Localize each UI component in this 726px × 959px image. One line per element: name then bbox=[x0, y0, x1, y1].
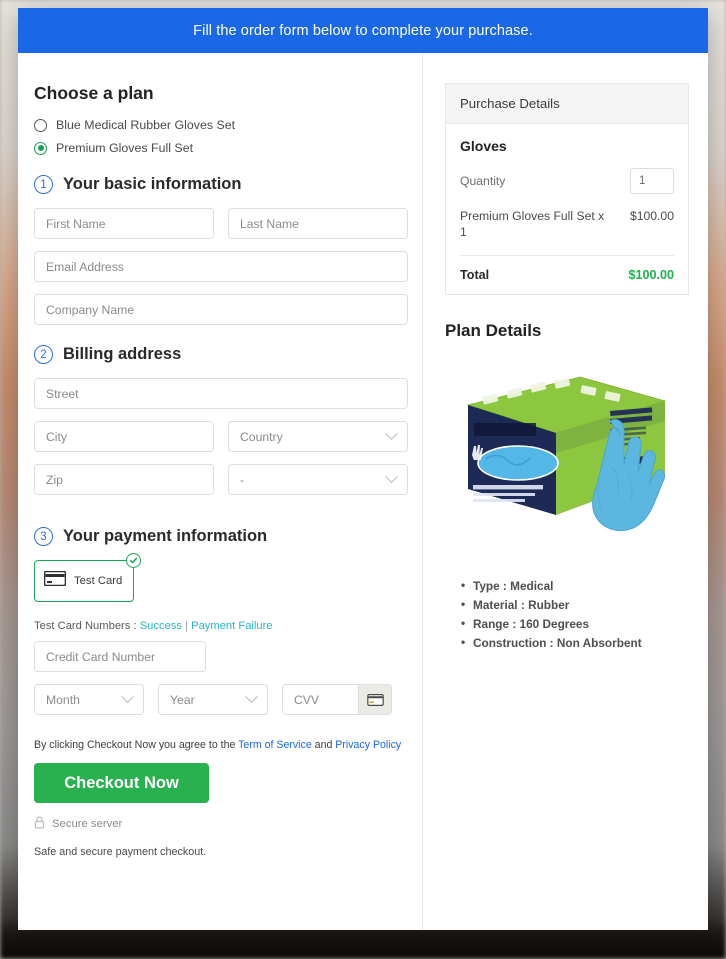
chevron-down-icon bbox=[385, 470, 398, 484]
summary-column: Purchase Details Gloves Quantity 1 Premi… bbox=[423, 53, 707, 930]
plan-feature-list: Type : Medical Material : Rubber Range :… bbox=[461, 578, 689, 650]
list-item: Construction : Non Absorbent bbox=[461, 635, 689, 650]
line-item-amount: $100.00 bbox=[629, 209, 674, 223]
banner-text: Fill the order form below to complete yo… bbox=[193, 22, 533, 39]
step-2-header: 2 Billing address bbox=[34, 345, 408, 364]
step-title: Your basic information bbox=[63, 175, 242, 193]
country-select[interactable]: Country bbox=[228, 421, 408, 452]
cvv-input[interactable]: CVV bbox=[283, 693, 358, 707]
step-number-badge: 3 bbox=[34, 527, 53, 546]
expiry-cvv-row: Month Year CVV bbox=[34, 684, 408, 715]
payment-failure-link[interactable]: Payment Failure bbox=[191, 620, 272, 632]
cvv-field-group[interactable]: CVV bbox=[282, 684, 392, 715]
country-select-value: Country bbox=[240, 429, 283, 444]
checkout-card: Fill the order form below to complete yo… bbox=[18, 8, 708, 930]
list-item: Range : 160 Degrees bbox=[461, 616, 689, 631]
step-number-badge: 2 bbox=[34, 345, 53, 364]
plan-option-label: Blue Medical Rubber Gloves Set bbox=[56, 118, 236, 132]
line-item-name: Premium Gloves Full Set x 1 bbox=[460, 209, 605, 240]
expiry-year-value: Year bbox=[170, 692, 195, 707]
total-row: Total $100.00 bbox=[460, 256, 674, 282]
chevron-down-icon bbox=[385, 427, 398, 441]
quantity-row: Quantity 1 bbox=[460, 168, 674, 194]
form-column: Choose a plan Blue Medical Rubber Gloves… bbox=[18, 53, 423, 930]
credit-card-icon bbox=[43, 570, 67, 591]
radio-icon-unselected[interactable] bbox=[34, 118, 47, 132]
expiry-year-select[interactable]: Year bbox=[158, 684, 268, 715]
email-input[interactable]: Email Address bbox=[34, 251, 408, 282]
choose-plan-heading: Choose a plan bbox=[34, 83, 154, 103]
name-row: First Name Last Name bbox=[34, 208, 408, 251]
first-name-input[interactable]: First Name bbox=[34, 208, 214, 239]
payment-method-label: Test Card bbox=[74, 575, 123, 587]
total-amount: $100.00 bbox=[628, 267, 674, 282]
city-country-row: City Country bbox=[34, 421, 408, 464]
secure-server-label: Secure server bbox=[52, 818, 123, 830]
payment-method-test-card[interactable]: Test Card bbox=[34, 553, 141, 602]
zip-state-row: Zip - bbox=[34, 464, 408, 507]
chevron-down-icon bbox=[245, 690, 258, 704]
term-of-service-link[interactable]: Term of Service bbox=[238, 739, 312, 751]
total-label: Total bbox=[460, 267, 490, 282]
chevron-down-icon bbox=[121, 690, 134, 704]
lock-icon bbox=[34, 816, 45, 832]
list-item: Type : Medical bbox=[461, 578, 689, 593]
line-item-row: Premium Gloves Full Set x 1 $100.00 bbox=[460, 208, 674, 256]
product-image bbox=[445, 363, 689, 553]
check-icon bbox=[126, 553, 141, 568]
secure-server-note: Secure server bbox=[34, 816, 408, 832]
success-link[interactable]: Success bbox=[140, 620, 182, 632]
purchase-details-body: Gloves Quantity 1 Premium Gloves Full Se… bbox=[446, 124, 688, 294]
cvv-card-icon bbox=[358, 685, 391, 714]
step-1-header: 1 Your basic information bbox=[34, 175, 408, 194]
terms-prefix: By clicking Checkout Now you agree to th… bbox=[34, 739, 239, 751]
credit-card-number-input[interactable]: Credit Card Number bbox=[34, 641, 206, 672]
company-name-input[interactable]: Company Name bbox=[34, 294, 408, 325]
link-separator: | bbox=[181, 620, 192, 632]
expiry-month-value: Month bbox=[46, 692, 80, 707]
list-item: Material : Rubber bbox=[461, 597, 689, 612]
state-select[interactable]: - bbox=[228, 464, 408, 495]
radio-icon-selected[interactable] bbox=[34, 141, 47, 155]
step-number-badge: 1 bbox=[34, 175, 53, 194]
test-card-numbers-row: Test Card Numbers : Success | Payment Fa… bbox=[34, 620, 408, 632]
product-group-title: Gloves bbox=[460, 138, 507, 154]
test-card-prefix: Test Card Numbers : bbox=[34, 620, 140, 632]
city-input[interactable]: City bbox=[34, 421, 214, 452]
zip-input[interactable]: Zip bbox=[34, 464, 214, 495]
plan-option-blue-medical[interactable]: Blue Medical Rubber Gloves Set bbox=[34, 118, 408, 132]
quantity-label: Quantity bbox=[460, 174, 506, 188]
quantity-input[interactable]: 1 bbox=[630, 168, 674, 194]
top-banner: Fill the order form below to complete yo… bbox=[18, 8, 708, 53]
purchase-details-header: Purchase Details bbox=[446, 84, 688, 124]
purchase-details-card: Purchase Details Gloves Quantity 1 Premi… bbox=[445, 83, 689, 295]
plan-details-heading: Plan Details bbox=[445, 320, 542, 340]
safe-checkout-note: Safe and secure payment checkout. bbox=[34, 846, 207, 858]
last-name-input[interactable]: Last Name bbox=[228, 208, 408, 239]
plan-option-premium[interactable]: Premium Gloves Full Set bbox=[34, 141, 408, 155]
state-select-value: - bbox=[240, 472, 245, 487]
plan-option-label: Premium Gloves Full Set bbox=[56, 141, 194, 155]
privacy-policy-link[interactable]: Privacy Policy bbox=[335, 739, 401, 751]
step-title: Billing address bbox=[63, 345, 182, 363]
expiry-month-select[interactable]: Month bbox=[34, 684, 144, 715]
terms-mid: and bbox=[311, 739, 336, 751]
step-title: Your payment information bbox=[63, 527, 268, 545]
step-3-header: 3 Your payment information bbox=[34, 527, 408, 546]
content-columns: Choose a plan Blue Medical Rubber Gloves… bbox=[18, 53, 708, 930]
street-input[interactable]: Street bbox=[34, 378, 408, 409]
checkout-now-button[interactable]: Checkout Now bbox=[34, 763, 209, 803]
terms-text: By clicking Checkout Now you agree to th… bbox=[34, 739, 408, 751]
